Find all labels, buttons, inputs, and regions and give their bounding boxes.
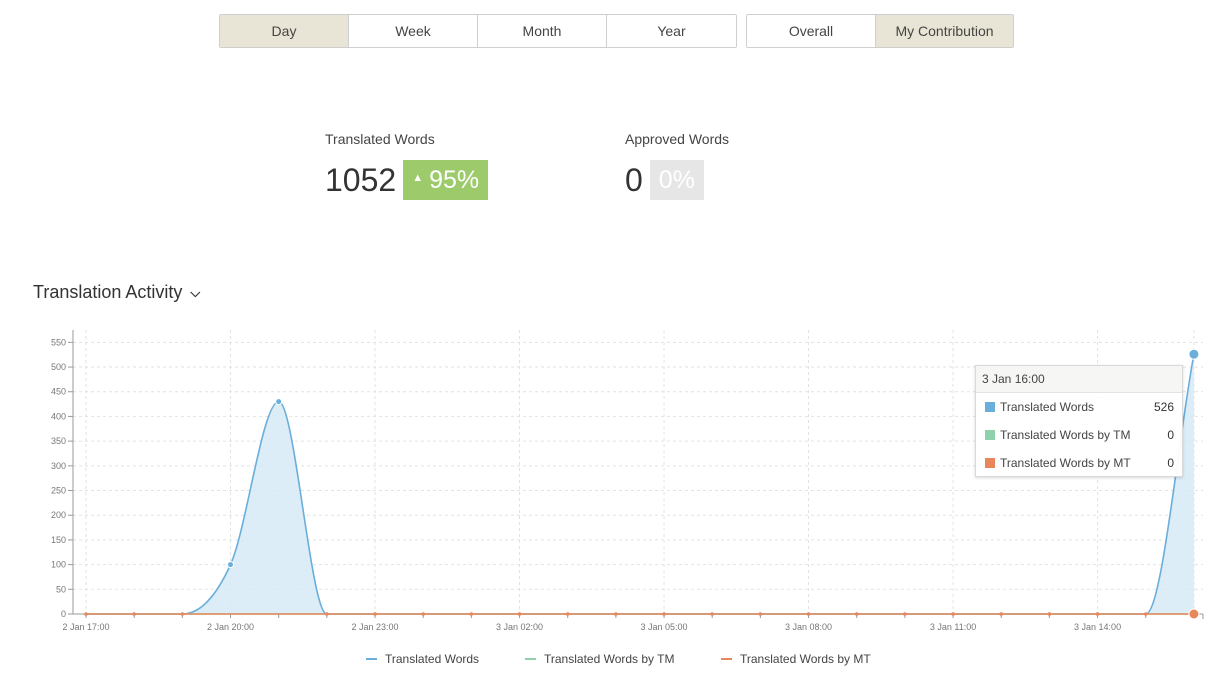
x-tick-label: 3 Jan 14:00 xyxy=(1074,622,1121,632)
x-tick-label: 2 Jan 17:00 xyxy=(62,622,109,632)
y-tick-label: 50 xyxy=(56,584,66,594)
approved-words-label: Approved Words xyxy=(625,131,730,147)
triangle-up-icon: ▲ xyxy=(412,172,424,185)
tab-day[interactable]: Day xyxy=(220,15,349,47)
tooltip-label: Translated Words by MT xyxy=(1000,456,1131,470)
y-tick-label: 500 xyxy=(51,362,66,372)
point-translated-words-by-mt xyxy=(1047,612,1052,616)
translated-words-label: Translated Words xyxy=(325,131,435,147)
point-translated-words-by-mt xyxy=(1095,612,1100,616)
point-translated-words xyxy=(227,561,235,569)
y-tick-label: 200 xyxy=(51,510,66,520)
point-translated-words-by-mt xyxy=(132,612,136,616)
approved-change-badge: 0% xyxy=(649,160,704,200)
point-translated-words-by-mt xyxy=(999,612,1004,616)
x-tick-label: 3 Jan 11:00 xyxy=(930,622,976,632)
chevron-down-icon: ⌵ xyxy=(190,284,201,300)
translated-words-value: 1052 xyxy=(325,162,397,198)
approved-words-stat: Approved Words 0 0% xyxy=(625,131,729,200)
section-title: Translation Activity xyxy=(33,282,183,302)
tooltip-label: Translated Words by TM xyxy=(1000,428,1131,442)
legend-item-mt[interactable]: Translated Words by MT xyxy=(721,652,871,666)
translation-activity-dropdown[interactable]: Translation Activity ⌵ xyxy=(33,282,200,303)
point-translated-words-by-mt xyxy=(180,612,185,616)
legend-label: Translated Words by MT xyxy=(740,652,871,666)
translated-change-value: 95% xyxy=(429,166,480,194)
translated-words-stat: Translated Words 1052 ▲ 95% xyxy=(325,131,489,200)
tooltip-value: 0 xyxy=(1167,428,1174,442)
tooltip-swatch-translated xyxy=(985,402,995,412)
x-tick-label: 3 Jan 02:00 xyxy=(496,622,543,632)
point-translated-words-by-mt-hover xyxy=(1188,608,1200,620)
legend-marker-tm xyxy=(525,658,536,660)
tooltip-row-translated: Translated Words 526 xyxy=(976,393,1182,421)
period-selector: Day Week Month Year xyxy=(219,14,737,48)
x-tick-label: 3 Jan 08:00 xyxy=(785,622,832,632)
tooltip-row-mt: Translated Words by MT 0 xyxy=(976,449,1182,477)
tab-overall[interactable]: Overall xyxy=(747,15,876,47)
tooltip-row-tm: Translated Words by TM 0 xyxy=(976,421,1182,449)
y-tick-label: 100 xyxy=(51,560,66,570)
tab-week[interactable]: Week xyxy=(349,15,478,47)
legend-label: Translated Words by TM xyxy=(544,652,675,666)
point-translated-words-by-mt xyxy=(421,612,425,616)
tooltip-time: 3 Jan 16:00 xyxy=(976,366,1182,393)
tab-year[interactable]: Year xyxy=(607,15,736,47)
tooltip-swatch-mt xyxy=(985,458,995,468)
point-translated-words-hover xyxy=(1188,348,1200,360)
tooltip-value: 0 xyxy=(1167,456,1174,470)
point-translated-words-by-mt xyxy=(1143,612,1148,616)
point-translated-words-by-mt xyxy=(806,612,811,616)
point-translated-words-by-mt xyxy=(662,612,666,616)
point-translated-words-by-mt xyxy=(84,612,88,616)
tab-month[interactable]: Month xyxy=(478,15,607,47)
y-tick-label: 300 xyxy=(51,461,66,471)
y-tick-label: 150 xyxy=(51,535,66,545)
translated-change-badge: ▲ 95% xyxy=(403,160,489,200)
point-translated-words-by-mt xyxy=(469,612,474,616)
tooltip-value: 526 xyxy=(1153,400,1174,414)
y-tick-label: 350 xyxy=(51,436,66,446)
legend-label: Translated Words xyxy=(385,652,480,666)
point-translated-words-by-mt xyxy=(565,612,570,616)
legend-item-tm[interactable]: Translated Words by TM xyxy=(525,652,675,666)
y-tick-label: 0 xyxy=(61,609,66,619)
x-tick-label: 2 Jan 20:00 xyxy=(207,622,254,632)
x-tick-label: 3 Jan 05:00 xyxy=(641,622,688,632)
tab-my-contribution[interactable]: My Contribution xyxy=(876,15,1013,47)
legend-marker-mt xyxy=(721,658,732,660)
point-translated-words-by-mt xyxy=(903,612,907,616)
point-translated-words-by-mt xyxy=(710,612,715,616)
approved-words-value: 0 xyxy=(625,162,643,198)
y-tick-label: 250 xyxy=(51,486,66,496)
point-translated-words xyxy=(275,398,283,406)
y-tick-label: 550 xyxy=(51,337,66,347)
x-tick-label: 2 Jan 23:00 xyxy=(351,622,398,632)
point-translated-words-by-mt xyxy=(373,612,377,616)
approved-change-value: 0% xyxy=(658,166,695,194)
legend-item-translated[interactable]: Translated Words xyxy=(366,652,479,666)
tooltip-swatch-tm xyxy=(985,430,995,440)
point-translated-words-by-mt xyxy=(614,612,618,616)
point-translated-words-by-mt xyxy=(854,612,859,616)
tooltip-label: Translated Words xyxy=(1000,400,1095,414)
legend-marker-translated xyxy=(366,658,377,660)
scope-selector: Overall My Contribution xyxy=(746,14,1014,48)
point-translated-words-by-mt xyxy=(758,612,763,616)
point-translated-words-by-mt xyxy=(325,612,329,616)
point-translated-words-by-mt xyxy=(951,612,955,616)
y-tick-label: 400 xyxy=(51,411,66,421)
point-translated-words-by-mt xyxy=(517,612,522,616)
y-tick-label: 450 xyxy=(51,387,66,397)
chart-tooltip: 3 Jan 16:00 Translated Words 526 Transla… xyxy=(975,365,1183,477)
